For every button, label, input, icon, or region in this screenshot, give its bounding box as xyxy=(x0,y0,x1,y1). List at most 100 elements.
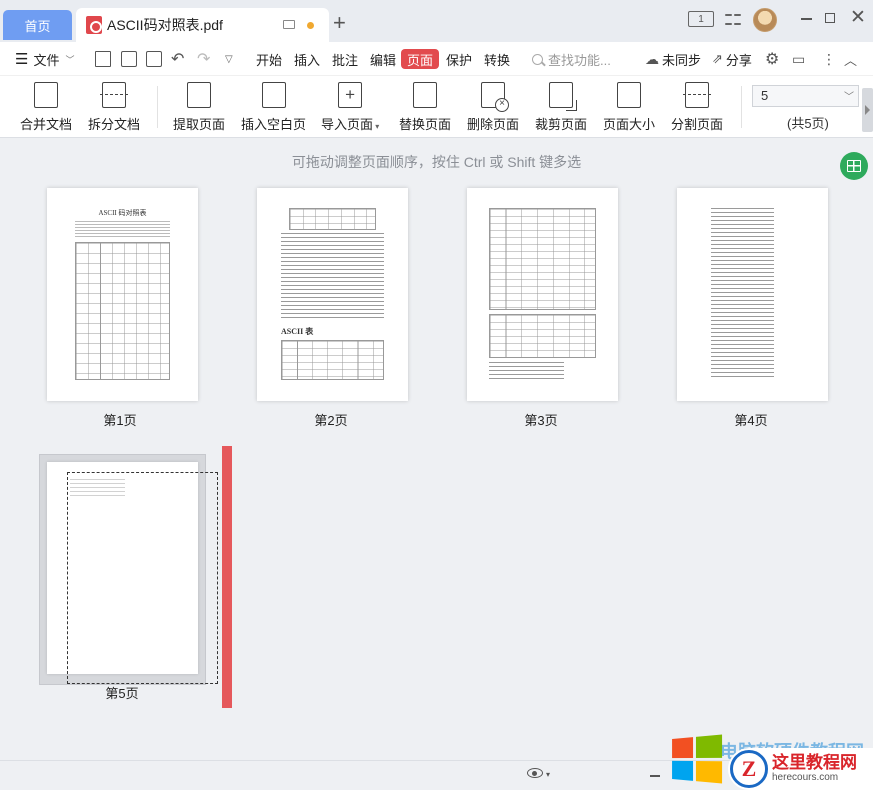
watermark-title: 这里教程网 xyxy=(772,753,857,772)
user-avatar[interactable] xyxy=(753,8,777,32)
redo-icon[interactable]: ↷ xyxy=(197,42,210,76)
hamburger-icon: ☰ xyxy=(15,51,29,68)
watermark-url: herecours.com xyxy=(772,772,839,783)
table-icon xyxy=(847,160,861,172)
import-pages-button[interactable]: 导入页面 ▾ xyxy=(321,82,379,133)
chevron-down-icon[interactable]: ▾ xyxy=(546,770,550,779)
minimize-icon[interactable] xyxy=(801,18,812,20)
page-number-value: 5 xyxy=(761,88,769,103)
share-label: 分享 xyxy=(725,52,752,68)
file-menu[interactable]: ☰ 文件 ﹀ xyxy=(15,42,74,76)
crop-label: 裁剪页面 xyxy=(535,117,588,132)
ribbon-divider xyxy=(741,86,742,128)
tab-edit[interactable]: 编辑 xyxy=(370,42,396,76)
page-1-table xyxy=(75,242,170,380)
open-folder-icon[interactable] xyxy=(95,51,111,67)
page-3-footer-text xyxy=(489,362,564,380)
page-label-5: 第5页 xyxy=(105,686,139,701)
chevron-down-icon: ﹀ xyxy=(65,54,75,65)
maximize-icon[interactable] xyxy=(825,13,835,23)
home-tab[interactable]: 首页 xyxy=(3,10,72,40)
page-thumbnail-3[interactable] xyxy=(467,188,618,401)
page-thumbnail-4[interactable] xyxy=(677,188,828,401)
delete-page-icon xyxy=(481,82,509,112)
page-ribbon: 合并文档 拆分文档 提取页面 插入空白页 导入页面 ▾ 替换页面 删除页面 裁剪… xyxy=(0,76,873,138)
tab-insert[interactable]: 插入 xyxy=(294,42,320,76)
import-label: 导入页面 ▾ xyxy=(321,117,380,132)
replace-icon xyxy=(408,78,437,108)
function-search[interactable]: 查找功能... xyxy=(532,49,611,69)
page-2-top-table xyxy=(289,208,376,230)
pdf-file-icon xyxy=(86,16,102,34)
quick-access-dropdown-icon[interactable]: ▽ xyxy=(225,42,233,76)
zoom-out-icon[interactable] xyxy=(650,775,660,777)
extract-pages-button[interactable]: 提取页面 xyxy=(173,78,225,133)
page-total-label: (共5页) xyxy=(787,116,829,131)
share-button[interactable]: ⇗ 分享 xyxy=(712,42,752,76)
search-icon xyxy=(532,53,543,65)
tab-page[interactable]: 页面 xyxy=(401,49,440,69)
tab-convert[interactable]: 转换 xyxy=(484,42,510,76)
apps-grid-icon[interactable] xyxy=(725,11,741,27)
split-label: 拆分文档 xyxy=(88,117,141,132)
page-3-table-a xyxy=(489,208,596,310)
watermark-badge: Z 这里教程网 herecours.com xyxy=(728,748,873,790)
ribbon-divider xyxy=(157,86,158,128)
search-placeholder: 查找功能... xyxy=(548,52,611,68)
more-options-icon[interactable]: ⋮ xyxy=(822,42,836,76)
close-icon[interactable]: ✕ xyxy=(850,6,866,28)
print-icon[interactable] xyxy=(146,51,162,67)
page-label-2: 第2页 xyxy=(314,413,348,428)
layout-switch-icon[interactable]: 1 xyxy=(688,11,714,27)
replace-label: 替换页面 xyxy=(399,117,452,132)
extract-icon xyxy=(182,78,211,108)
page-2-body-text xyxy=(281,233,384,321)
import-icon xyxy=(338,82,363,108)
insert-blank-label: 插入空白页 xyxy=(241,117,307,132)
page-size-label: 页面大小 xyxy=(603,117,656,132)
menu-bar: ☰ 文件 ﹀ ↶ ↷ ▽ 开始 插入 批注 编辑 页面 保护 转换 查找功能..… xyxy=(0,42,873,76)
page-thumbnail-2[interactable]: ASCII 表 xyxy=(257,188,408,401)
tab-protect[interactable]: 保护 xyxy=(446,42,472,76)
save-icon[interactable] xyxy=(121,51,137,67)
blank-page-icon xyxy=(261,82,286,108)
delete-pages-button[interactable]: 删除页面 xyxy=(467,82,519,133)
split-page-label: 分割页面 xyxy=(671,117,724,132)
layout-badge: 1 xyxy=(698,13,704,25)
page-4-list-text xyxy=(711,208,774,378)
merge-label: 合并文档 xyxy=(20,117,73,132)
document-tab[interactable]: ASCII码对照表.pdf xyxy=(76,8,329,42)
new-tab-button[interactable]: + xyxy=(333,10,346,36)
monitor-icon[interactable] xyxy=(283,20,295,29)
tab-start[interactable]: 开始 xyxy=(256,42,282,76)
split-documents-button[interactable]: 拆分文档 xyxy=(88,82,140,133)
replace-pages-button[interactable]: 替换页面 xyxy=(399,78,452,133)
drag-hint-text: 可拖动调整页面顺序，按住 Ctrl 或 Shift 键多选 xyxy=(291,154,582,170)
page-label-1: 第1页 xyxy=(103,413,137,428)
undo-icon[interactable]: ↶ xyxy=(171,42,184,76)
page-1-title: ASCII 码对照表 xyxy=(98,209,147,217)
page-number-input[interactable]: 5 ﹀ xyxy=(752,85,859,107)
file-menu-label: 文件 xyxy=(33,52,60,68)
merge-documents-button[interactable]: 合并文档 xyxy=(20,78,73,133)
chevron-down-icon[interactable]: ﹀ xyxy=(844,88,854,108)
sync-status[interactable]: ☁ 未同步 xyxy=(645,42,701,76)
page-thumbnail-1[interactable]: ASCII 码对照表 xyxy=(47,188,198,401)
document-tab-label: ASCII码对照表.pdf xyxy=(107,17,223,33)
eye-icon[interactable] xyxy=(527,768,543,778)
crop-icon xyxy=(549,82,577,111)
page-label-3: 第3页 xyxy=(524,413,558,428)
insert-blank-page-button[interactable]: 插入空白页 xyxy=(241,82,306,133)
collapse-ribbon-icon[interactable]: ︿ xyxy=(844,42,857,76)
spreadsheet-convert-button[interactable] xyxy=(840,152,868,180)
ribbon-scroll-right-button[interactable] xyxy=(862,88,873,132)
watermark-logo: Z xyxy=(730,750,768,788)
page-size-button[interactable]: 页面大小 xyxy=(603,82,655,133)
settings-gear-icon[interactable]: ⚙ xyxy=(765,42,779,76)
tab-annotate[interactable]: 批注 xyxy=(332,42,358,76)
split-page-button[interactable]: 分割页面 xyxy=(671,82,723,133)
comment-icon[interactable]: ▭ xyxy=(792,42,805,76)
page-2-table xyxy=(281,340,384,380)
page-label-4: 第4页 xyxy=(734,413,768,428)
crop-pages-button[interactable]: 裁剪页面 xyxy=(535,82,587,133)
